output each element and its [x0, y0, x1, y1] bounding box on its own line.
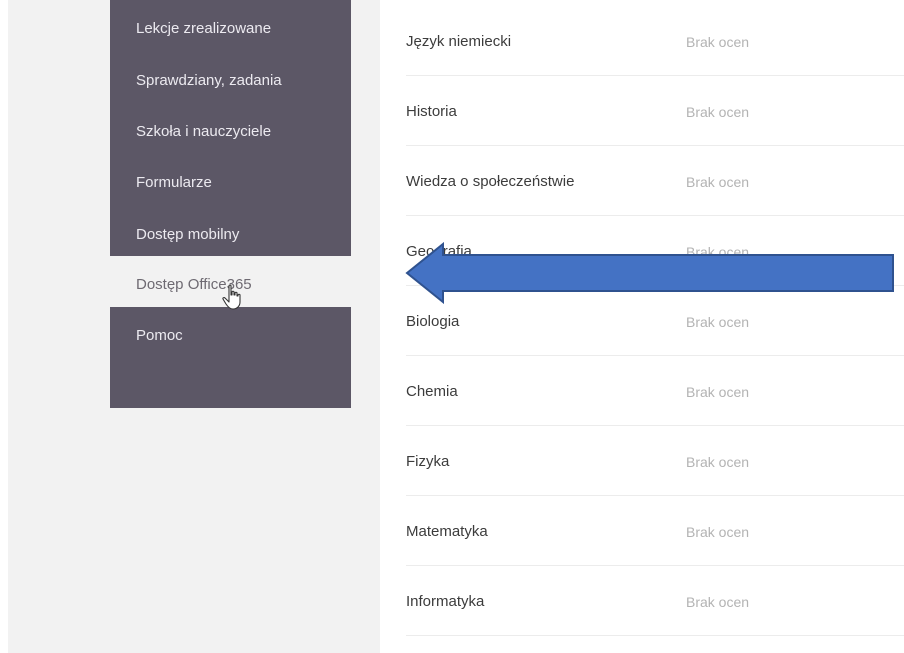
sidebar-item-lekcje-zrealizowane[interactable]: Lekcje zrealizowane	[136, 20, 271, 37]
grade-status: Brak ocen	[686, 34, 750, 50]
subject-name: Informatyka	[406, 593, 485, 610]
table-row[interactable]: Chemia Brak ocen	[406, 356, 904, 426]
grade-status: Brak ocen	[686, 594, 750, 610]
grade-status: Brak ocen	[686, 104, 750, 120]
table-row[interactable]: Matematyka Brak ocen	[406, 496, 904, 566]
grade-status: Brak ocen	[686, 174, 750, 190]
subject-name: Biologia	[406, 313, 460, 330]
sidebar-item-pomoc[interactable]: Pomoc	[136, 327, 183, 344]
table-row[interactable]: Wiedza o społeczeństwie Brak ocen	[406, 146, 904, 216]
sidebar-item-sprawdziany-zadania[interactable]: Sprawdziany, zadania	[136, 72, 282, 89]
table-row[interactable]: Historia Brak ocen	[406, 76, 904, 146]
screen: Lekcje zrealizowane Sprawdziany, zadania…	[0, 0, 904, 653]
subject-name: Matematyka	[406, 523, 488, 540]
sidebar-item-formularze[interactable]: Formularze	[136, 174, 212, 191]
table-row[interactable]: Biologia Brak ocen	[406, 286, 904, 356]
sidebar-item-szkola-i-nauczyciele[interactable]: Szkoła i nauczyciele	[136, 123, 271, 140]
subject-name: Geografia	[406, 243, 472, 260]
sidebar-menu-bottom	[110, 307, 351, 408]
table-row[interactable]: Geografia Brak ocen	[406, 216, 904, 286]
grade-status: Brak ocen	[686, 524, 750, 540]
subject-name: Język niemiecki	[406, 33, 512, 50]
grades-list: Język niemiecki Brak ocen Historia Brak …	[380, 0, 904, 653]
sidebar-item-dostep-mobilny[interactable]: Dostęp mobilny	[136, 226, 239, 243]
subject-name: Historia	[406, 103, 457, 120]
grade-status: Brak ocen	[686, 314, 750, 330]
hand-cursor-icon	[222, 284, 241, 310]
table-row[interactable]: Fizyka Brak ocen	[406, 426, 904, 496]
subject-name: Chemia	[406, 383, 458, 400]
subject-name: Fizyka	[406, 453, 450, 470]
grade-status: Brak ocen	[686, 454, 750, 470]
table-row[interactable]: Język niemiecki Brak ocen	[406, 6, 904, 76]
subject-name: Wiedza o społeczeństwie	[406, 173, 575, 190]
grade-status: Brak ocen	[686, 244, 750, 260]
grade-status: Brak ocen	[686, 384, 750, 400]
table-row[interactable]: Informatyka Brak ocen	[406, 566, 904, 636]
